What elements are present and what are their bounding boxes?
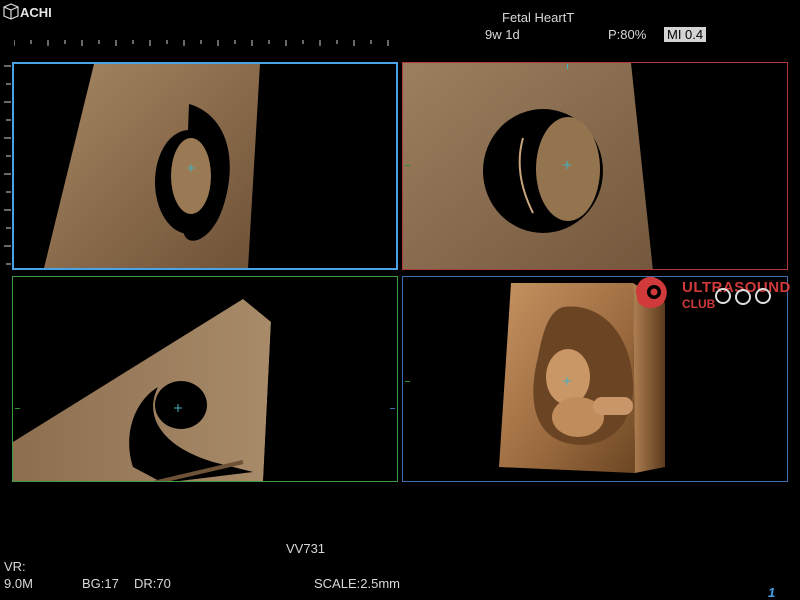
ultrasound-club-logo-icon (636, 276, 667, 308)
panel-coronal-view[interactable] (12, 276, 398, 482)
panel-3d-render[interactable] (402, 276, 788, 482)
frequency-readout: 9.0M (4, 576, 33, 591)
watermark-line2: CLUB (682, 297, 716, 311)
bg-readout: BG:17 (82, 576, 119, 591)
mi-readout: MI 0.4 (664, 27, 707, 42)
page-number: 1 (768, 585, 776, 600)
3d-volume-render (499, 283, 665, 473)
panel-axial-view[interactable] (12, 62, 398, 270)
axial-ultrasound-image (44, 64, 260, 268)
power-readout: P:80% (608, 27, 647, 42)
vertical-ruler (4, 65, 11, 265)
cube-logo-icon (3, 3, 19, 20)
preset-name: Fetal HeartT (502, 10, 575, 25)
panel-sagittal-view[interactable] (402, 62, 788, 270)
dr-readout: DR:70 (134, 576, 171, 591)
mode-code: VV731 (286, 541, 326, 556)
vr-label: VR: (4, 559, 26, 574)
brand-name: ACHI (20, 5, 52, 20)
coronal-ultrasound-image (13, 299, 273, 481)
scale-readout: SCALE:2.5mm (314, 576, 400, 591)
baby-faces-icon (715, 288, 771, 305)
horizontal-ruler (14, 40, 389, 46)
gestational-age: 9w 1d (485, 27, 520, 42)
sagittal-ultrasound-image (403, 63, 653, 269)
